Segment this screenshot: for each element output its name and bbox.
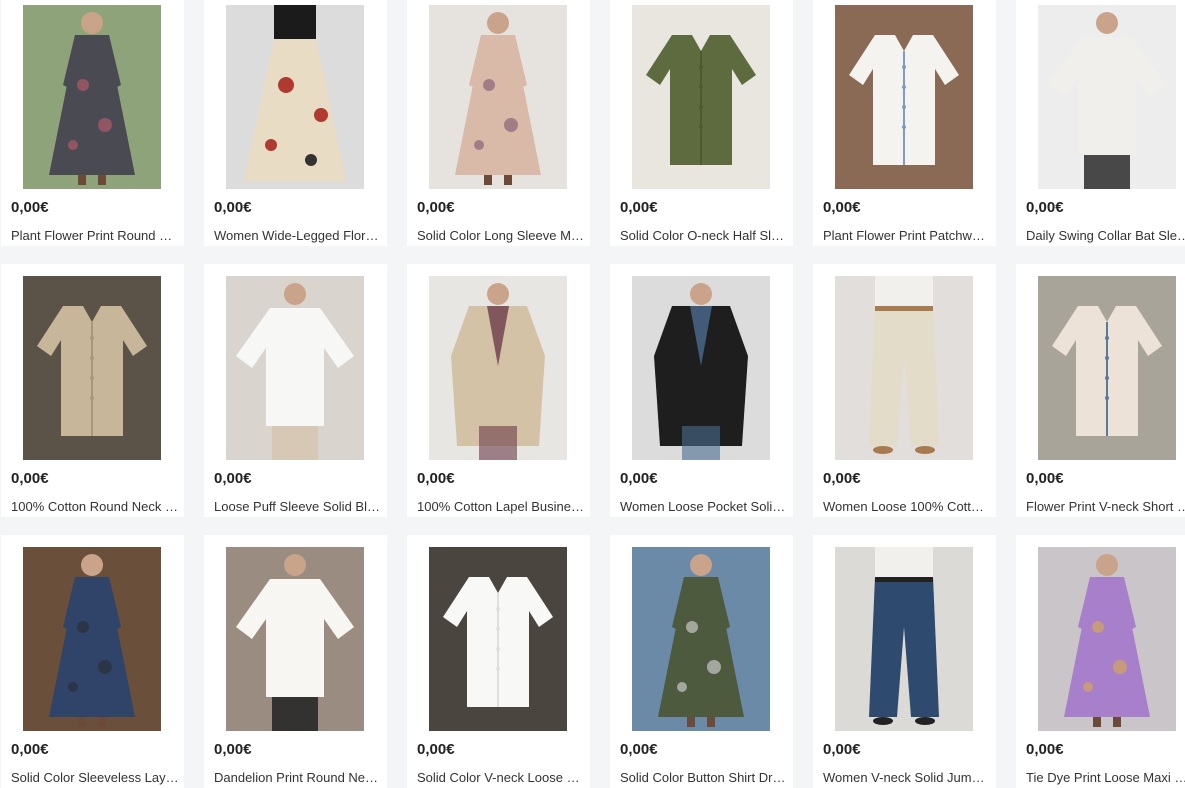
product-price: 0,00€ <box>620 470 658 487</box>
product-price: 0,00€ <box>417 199 455 216</box>
product-card[interactable]: 0,00€ 100% Cotton Round Neck Lace Blouse <box>1 264 184 517</box>
product-price: 0,00€ <box>11 741 49 758</box>
product-image[interactable] <box>23 547 161 731</box>
product-title[interactable]: Plant Flower Print Round Neck Long Dress <box>11 228 179 243</box>
product-title[interactable]: Women Loose Pocket Solid Hooded Cardigan <box>620 499 788 514</box>
product-card[interactable]: 0,00€ Plant Flower Print Patchwork Blouse <box>813 0 996 246</box>
product-price: 0,00€ <box>417 741 455 758</box>
product-price: 0,00€ <box>11 199 49 216</box>
product-price: 0,00€ <box>417 470 455 487</box>
product-card[interactable]: 0,00€ Women Wide-Legged Floral Print Skir… <box>204 0 387 246</box>
product-title[interactable]: Women V-neck Solid Jumpsuit <box>823 770 991 785</box>
product-price: 0,00€ <box>214 470 252 487</box>
product-title[interactable]: Loose Puff Sleeve Solid Blouse <box>214 499 382 514</box>
product-image[interactable] <box>226 547 364 731</box>
product-price: 0,00€ <box>1026 199 1064 216</box>
product-image[interactable] <box>226 5 364 189</box>
product-card[interactable]: 0,00€ Solid Color Sleeveless Layered Dres… <box>1 535 184 788</box>
product-card[interactable]: 0,00€ Daily Swing Collar Bat Sleeve Top <box>1016 0 1185 246</box>
product-card[interactable]: 0,00€ Women V-neck Solid Jumpsuit <box>813 535 996 788</box>
product-card[interactable]: 0,00€ Dandelion Print Round Neck Top <box>204 535 387 788</box>
product-image[interactable] <box>226 276 364 460</box>
product-price: 0,00€ <box>823 741 861 758</box>
product-image[interactable] <box>429 5 567 189</box>
product-image[interactable] <box>1038 5 1176 189</box>
product-price: 0,00€ <box>11 470 49 487</box>
product-title[interactable]: Women Loose 100% Cotton Linen Pants <box>823 499 991 514</box>
product-card[interactable]: 0,00€ Solid Color O-neck Half Sleeve Shir… <box>610 0 793 246</box>
product-card[interactable]: 0,00€ Flower Print V-neck Short Sleeve Sh… <box>1016 264 1185 517</box>
product-title[interactable]: 100% Cotton Round Neck Lace Blouse <box>11 499 179 514</box>
product-title[interactable]: Solid Color O-neck Half Sleeve Shirt <box>620 228 788 243</box>
product-card[interactable]: 0,00€ Plant Flower Print Round Neck Long … <box>1 0 184 246</box>
product-title[interactable]: Solid Color Long Sleeve Maxi Dress <box>417 228 585 243</box>
product-image[interactable] <box>835 276 973 460</box>
product-price: 0,00€ <box>620 741 658 758</box>
product-price: 0,00€ <box>214 199 252 216</box>
product-image[interactable] <box>835 547 973 731</box>
product-title[interactable]: Daily Swing Collar Bat Sleeve Top <box>1026 228 1185 243</box>
product-title[interactable]: Flower Print V-neck Short Sleeve Shirt <box>1026 499 1185 514</box>
product-image[interactable] <box>23 276 161 460</box>
product-image[interactable] <box>632 5 770 189</box>
product-card[interactable]: 0,00€ Solid Color V-neck Loose Shirt <box>407 535 590 788</box>
product-price: 0,00€ <box>1026 470 1064 487</box>
product-price: 0,00€ <box>1026 741 1064 758</box>
product-title[interactable]: Solid Color Button Shirt Dress <box>620 770 788 785</box>
product-image[interactable] <box>1038 547 1176 731</box>
product-card[interactable]: 0,00€ Solid Color Long Sleeve Maxi Dress <box>407 0 590 246</box>
product-title[interactable]: Women Wide-Legged Floral Print Skirt <box>214 228 382 243</box>
product-card[interactable]: 0,00€ Tie Dye Print Loose Maxi Dress <box>1016 535 1185 788</box>
product-grid: 0,00€ Plant Flower Print Round Neck Long … <box>0 0 1185 788</box>
product-title[interactable]: Solid Color V-neck Loose Shirt <box>417 770 585 785</box>
product-title[interactable]: 100% Cotton Lapel Business Blazer <box>417 499 585 514</box>
product-image[interactable] <box>632 547 770 731</box>
product-title[interactable]: Plant Flower Print Patchwork Blouse <box>823 228 991 243</box>
product-image[interactable] <box>1038 276 1176 460</box>
product-card[interactable]: 0,00€ Women Loose 100% Cotton Linen Pants <box>813 264 996 517</box>
product-image[interactable] <box>835 5 973 189</box>
product-title[interactable]: Dandelion Print Round Neck Top <box>214 770 382 785</box>
product-card[interactable]: 0,00€ Loose Puff Sleeve Solid Blouse <box>204 264 387 517</box>
product-price: 0,00€ <box>823 470 861 487</box>
product-card[interactable]: 0,00€ Women Loose Pocket Solid Hooded Car… <box>610 264 793 517</box>
product-card[interactable]: 0,00€ 100% Cotton Lapel Business Blazer <box>407 264 590 517</box>
product-image[interactable] <box>632 276 770 460</box>
product-title[interactable]: Tie Dye Print Loose Maxi Dress <box>1026 770 1185 785</box>
product-price: 0,00€ <box>620 199 658 216</box>
product-image[interactable] <box>429 547 567 731</box>
product-image[interactable] <box>23 5 161 189</box>
product-card[interactable]: 0,00€ Solid Color Button Shirt Dress <box>610 535 793 788</box>
product-image[interactable] <box>429 276 567 460</box>
product-title[interactable]: Solid Color Sleeveless Layered Dress <box>11 770 179 785</box>
product-price: 0,00€ <box>823 199 861 216</box>
product-price: 0,00€ <box>214 741 252 758</box>
